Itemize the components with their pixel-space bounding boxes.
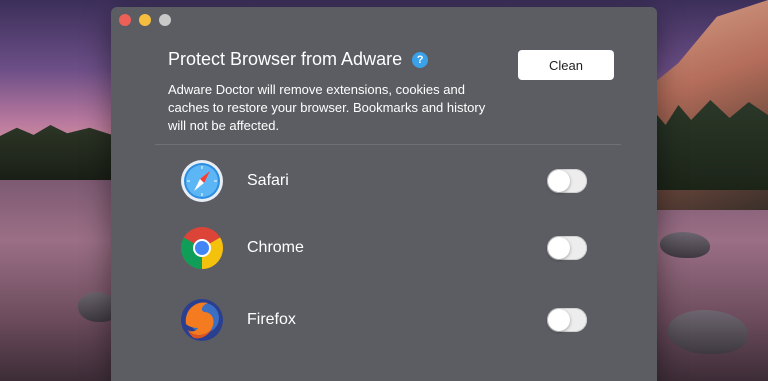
wallpaper-trees-left <box>0 125 112 180</box>
title-row: Protect Browser from Adware ? <box>168 49 429 70</box>
browser-name: Safari <box>247 172 289 189</box>
page-title: Protect Browser from Adware <box>168 49 403 69</box>
browser-row-firefox: Firefox <box>180 297 587 343</box>
toggle-knob <box>548 309 570 331</box>
help-icon[interactable]: ? <box>412 51 429 68</box>
safari-toggle[interactable] <box>547 169 587 193</box>
browser-name: Firefox <box>247 311 296 328</box>
safari-icon <box>180 159 224 203</box>
chrome-icon <box>180 226 224 270</box>
description-text: Adware Doctor will remove extensions, co… <box>168 82 486 133</box>
close-window-button[interactable] <box>119 14 131 26</box>
clean-button[interactable]: Clean <box>518 50 614 80</box>
adware-doctor-window: Protect Browser from Adware ? Adware Doc… <box>111 7 657 381</box>
firefox-icon <box>180 298 224 342</box>
wallpaper-rock <box>660 232 710 258</box>
browser-row-chrome: Chrome <box>180 225 587 271</box>
zoom-window-button[interactable] <box>159 14 171 26</box>
toggle-knob <box>548 170 570 192</box>
browser-name: Chrome <box>247 239 304 256</box>
divider <box>155 144 621 145</box>
toggle-knob <box>548 237 570 259</box>
wallpaper-rock <box>668 310 748 354</box>
chrome-toggle[interactable] <box>547 236 587 260</box>
firefox-toggle[interactable] <box>547 308 587 332</box>
minimize-window-button[interactable] <box>139 14 151 26</box>
browser-row-safari: Safari <box>180 158 587 204</box>
window-controls <box>119 14 171 26</box>
